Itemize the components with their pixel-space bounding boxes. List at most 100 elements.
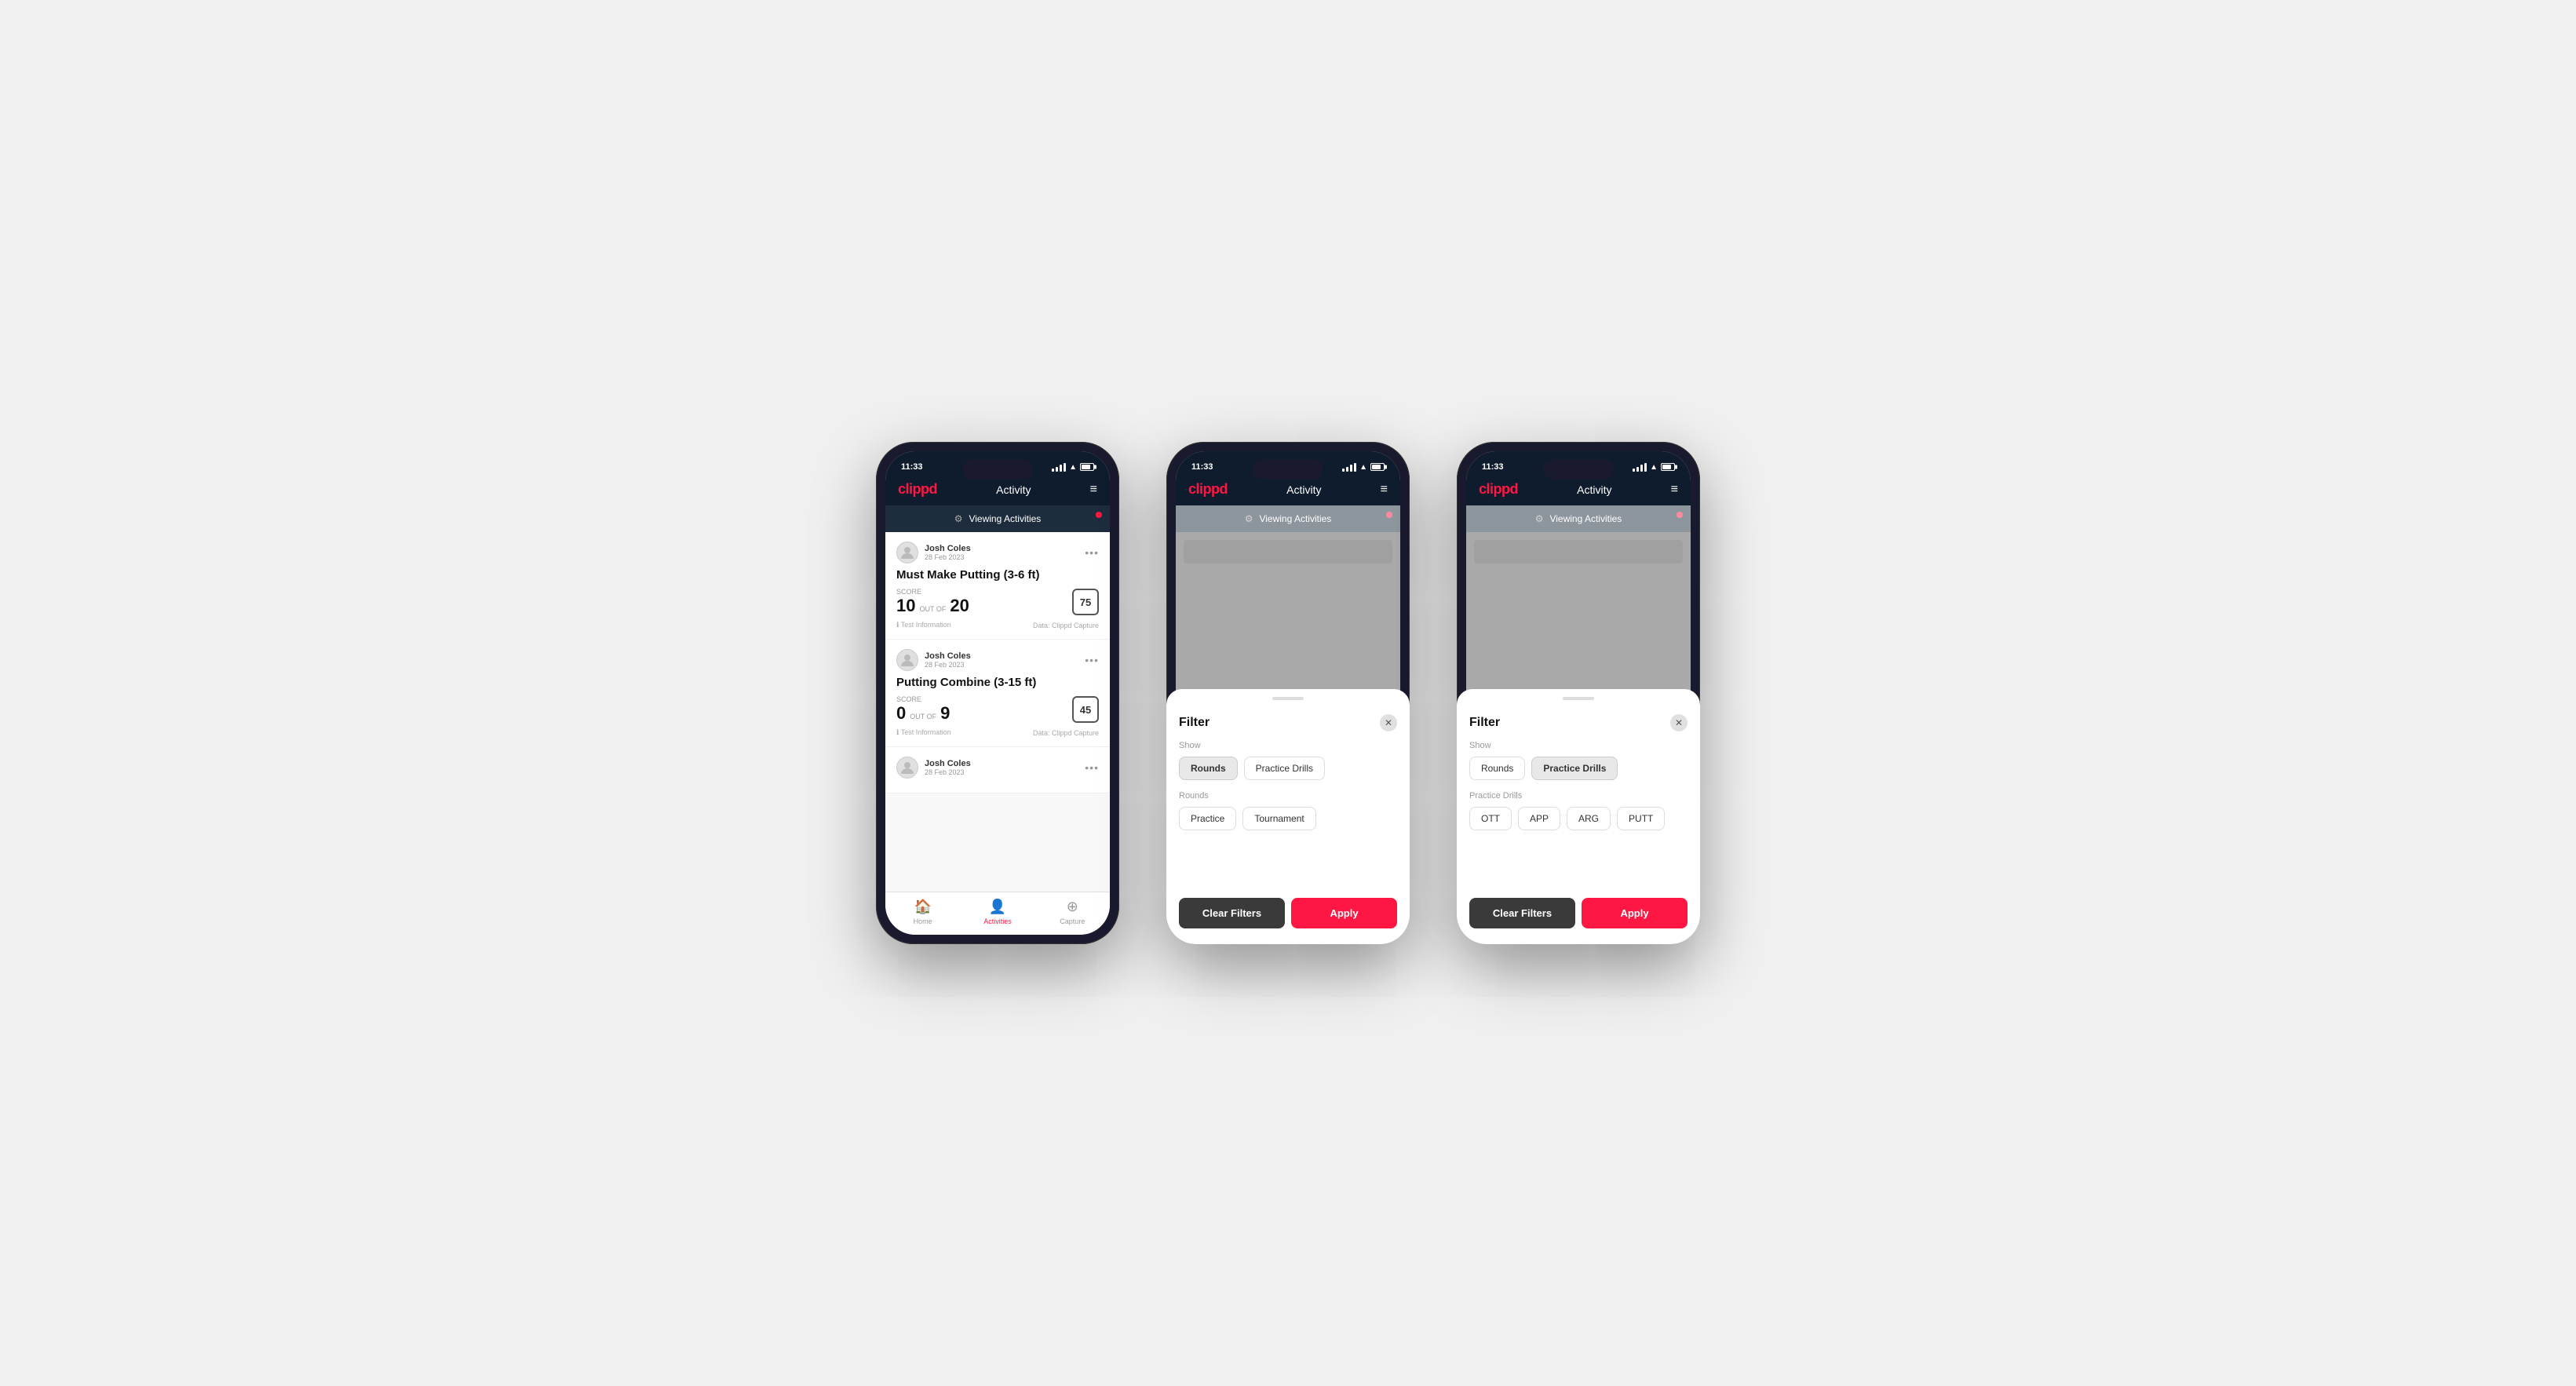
menu-icon-1[interactable]: ≡ — [1090, 483, 1097, 497]
nav-item-home[interactable]: 🏠 Home — [899, 899, 947, 925]
score-value-2: 0 — [896, 703, 906, 724]
more-icon-2[interactable]: ••• — [1085, 654, 1099, 666]
user-name-1: Josh Coles — [925, 544, 971, 553]
activity-footer-1: ℹ Test Information Data: Clippd Capture — [896, 621, 1099, 629]
quality-badge-1: 75 — [1072, 589, 1099, 615]
user-details-1: Josh Coles 28 Feb 2023 — [925, 544, 971, 561]
nav-header-1: clippd Activity ≡ — [885, 476, 1110, 505]
activity-stats-2: Score 0 OUT OF 9 45 — [896, 695, 1099, 724]
user-name-2: Josh Coles — [925, 651, 971, 661]
wifi-icon-3: ▲ — [1650, 463, 1658, 472]
score-stat-1: Score 10 OUT OF 20 — [896, 588, 969, 616]
notch-3 — [1543, 459, 1614, 480]
logo-2: clippd — [1188, 481, 1228, 498]
phone-3: 11:33 ▲ clippd Activity ≡ — [1457, 442, 1700, 944]
nav-header-3: clippd Activity ≡ — [1466, 476, 1691, 505]
viewing-dot-1 — [1096, 512, 1102, 518]
score-stat-2: Score 0 OUT OF 9 — [896, 695, 950, 724]
bottom-nav-1: 🏠 Home 👤 Activities ⊕ Capture — [885, 892, 1110, 935]
screen-1: 11:33 ▲ clippd Activity ≡ — [885, 451, 1110, 935]
menu-icon-3[interactable]: ≡ — [1671, 483, 1678, 497]
viewing-bar-1[interactable]: ⚙ Viewing Activities — [885, 505, 1110, 532]
notch-1 — [962, 459, 1033, 480]
time-1: 11:33 — [901, 462, 923, 472]
user-info-2: Josh Coles 28 Feb 2023 — [896, 649, 971, 671]
signal-icon-3 — [1633, 463, 1647, 472]
footer-data-1: Data: Clippd Capture — [1033, 622, 1099, 629]
footer-data-2: Data: Clippd Capture — [1033, 729, 1099, 737]
user-info-3: Josh Coles 28 Feb 2023 — [896, 757, 971, 779]
battery-icon-2 — [1370, 463, 1385, 471]
out-of-1: OUT OF — [919, 605, 946, 613]
viewing-dot-3 — [1677, 512, 1683, 518]
time-2: 11:33 — [1191, 462, 1213, 472]
viewing-bar-2: ⚙ Viewing Activities — [1176, 505, 1400, 532]
activity-header-2: Josh Coles 28 Feb 2023 ••• — [896, 649, 1099, 671]
notch-2 — [1253, 459, 1323, 480]
filter-icon-3: ⚙ — [1535, 513, 1544, 524]
activity-footer-2: ℹ Test Information Data: Clippd Capture — [896, 728, 1099, 737]
shots-value-2: 9 — [940, 703, 950, 724]
nav-item-activities[interactable]: 👤 Activities — [974, 899, 1021, 925]
dimmed-content-3: ⚙ Viewing Activities — [1466, 505, 1691, 935]
activity-header-3: Josh Coles 28 Feb 2023 ••• — [896, 757, 1099, 779]
status-icons-2: ▲ — [1342, 463, 1385, 472]
activity-title-1: Must Make Putting (3-6 ft) — [896, 568, 1099, 582]
time-3: 11:33 — [1482, 462, 1504, 472]
nav-header-2: clippd Activity ≡ — [1176, 476, 1400, 505]
activity-header-1: Josh Coles 28 Feb 2023 ••• — [896, 542, 1099, 564]
nav-title-2: Activity — [1286, 483, 1321, 496]
activity-title-2: Putting Combine (3-15 ft) — [896, 676, 1099, 689]
user-name-3: Josh Coles — [925, 759, 971, 768]
activity-item-3: Josh Coles 28 Feb 2023 ••• — [885, 747, 1110, 793]
logo-3: clippd — [1479, 481, 1518, 498]
scene: 11:33 ▲ clippd Activity ≡ — [829, 395, 1747, 991]
activity-stats-1: Score 10 OUT OF 20 75 — [896, 588, 1099, 616]
screen-3: 11:33 ▲ clippd Activity ≡ — [1466, 451, 1691, 935]
nav-title-3: Activity — [1577, 483, 1611, 496]
nav-title-1: Activity — [996, 483, 1031, 496]
capture-label: Capture — [1060, 917, 1085, 925]
viewing-label-3: Viewing Activities — [1549, 513, 1622, 524]
more-icon-1[interactable]: ••• — [1085, 546, 1099, 559]
avatar-1 — [896, 542, 918, 564]
user-info-1: Josh Coles 28 Feb 2023 — [896, 542, 971, 564]
activity-item-1: Josh Coles 28 Feb 2023 ••• Must Make Put… — [885, 532, 1110, 640]
home-icon: 🏠 — [914, 899, 931, 915]
viewing-label-1: Viewing Activities — [969, 513, 1041, 524]
status-icons-1: ▲ — [1052, 463, 1094, 472]
signal-icon — [1052, 463, 1066, 472]
logo-1: clippd — [898, 481, 937, 498]
quality-badge-2: 45 — [1072, 696, 1099, 723]
activities-icon: 👤 — [989, 899, 1006, 915]
viewing-dot-2 — [1386, 512, 1392, 518]
activity-item-2: Josh Coles 28 Feb 2023 ••• Putting Combi… — [885, 640, 1110, 747]
out-of-2: OUT OF — [910, 713, 936, 720]
score-value-1: 10 — [896, 596, 915, 616]
filter-icon-1: ⚙ — [954, 513, 963, 524]
user-date-3: 28 Feb 2023 — [925, 768, 971, 776]
more-icon-3[interactable]: ••• — [1085, 761, 1099, 774]
activities-label: Activities — [983, 917, 1012, 925]
avatar-3 — [896, 757, 918, 779]
shots-value-1: 20 — [950, 596, 969, 616]
activity-list: Josh Coles 28 Feb 2023 ••• Must Make Put… — [885, 532, 1110, 892]
wifi-icon-2: ▲ — [1359, 463, 1367, 472]
viewing-label-2: Viewing Activities — [1259, 513, 1331, 524]
signal-icon-2 — [1342, 463, 1356, 472]
viewing-bar-3: ⚙ Viewing Activities — [1466, 505, 1691, 532]
phone-1: 11:33 ▲ clippd Activity ≡ — [876, 442, 1119, 944]
footer-info-1: ℹ Test Information — [896, 621, 951, 629]
battery-icon-3 — [1661, 463, 1675, 471]
home-label: Home — [914, 917, 932, 925]
user-details-2: Josh Coles 28 Feb 2023 — [925, 651, 971, 669]
menu-icon-2[interactable]: ≡ — [1381, 483, 1388, 497]
screen-2: 11:33 ▲ clippd Activity ≡ — [1176, 451, 1400, 935]
user-details-3: Josh Coles 28 Feb 2023 — [925, 759, 971, 776]
user-date-2: 28 Feb 2023 — [925, 661, 971, 669]
avatar-2 — [896, 649, 918, 671]
phone-2: 11:33 ▲ clippd Activity ≡ — [1166, 442, 1410, 944]
wifi-icon: ▲ — [1069, 463, 1077, 472]
user-date-1: 28 Feb 2023 — [925, 553, 971, 561]
nav-item-capture[interactable]: ⊕ Capture — [1049, 899, 1096, 925]
